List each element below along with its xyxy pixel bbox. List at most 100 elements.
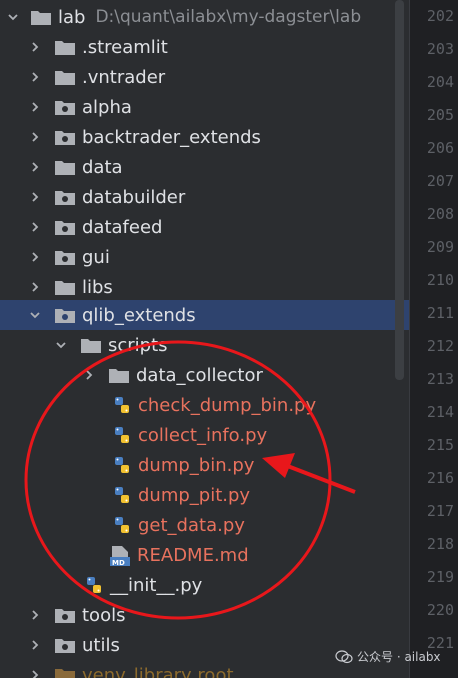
tree-item-label: .vntrader [82,66,166,88]
tree-row-dump-pit[interactable]: dump_pit.py [0,480,409,510]
tree-item-label: utils [82,634,120,656]
python-file-icon [115,457,129,473]
chevron-down-icon[interactable] [6,2,20,32]
folder-icon [55,71,75,85]
tree-item-label: dump_bin.py [138,454,255,476]
tree-row-get-data[interactable]: get_data.py [0,510,409,540]
scrollbar[interactable] [395,0,404,380]
tree-row-backtrader-extends[interactable]: backtrader_extends [0,122,409,152]
tree-item-label: data [82,156,123,178]
tree-item-label: get_data.py [138,514,245,536]
line-number: 212 [426,337,454,355]
line-number: 217 [426,502,454,520]
tree-row-data[interactable]: data [0,152,409,182]
folder-icon [55,41,75,55]
folder-icon [55,161,75,175]
folder-icon [55,669,75,678]
line-number: 202 [426,7,454,25]
chevron-right-icon[interactable] [28,182,42,212]
svg-text:MD: MD [112,559,125,566]
chevron-right-icon[interactable] [28,660,42,678]
line-number: 208 [426,205,454,223]
line-number: 211 [426,304,454,322]
line-number: 206 [426,139,454,157]
python-file-icon [115,397,129,413]
watermark-text: 公众号 · ailabx [357,650,441,664]
package-folder-icon [55,609,75,623]
python-file-icon [115,517,129,533]
tree-row-qlib-extends[interactable]: qlib_extends [0,300,409,330]
folder-icon [109,369,129,383]
line-number: 205 [426,106,454,124]
chevron-right-icon[interactable] [28,122,42,152]
markdown-file-icon: MD [110,546,130,566]
tree-row-vntrader[interactable]: .vntrader [0,62,409,92]
chevron-right-icon[interactable] [82,360,96,390]
line-number: 210 [426,271,454,289]
tree-row-dump-bin[interactable]: dump_bin.py [0,450,409,480]
tree-row-readme[interactable]: MD README.md [0,540,409,570]
tree-row-gui[interactable]: gui [0,242,409,272]
chevron-right-icon[interactable] [28,62,42,92]
package-folder-icon [55,131,75,145]
line-number-gutter: 202 203 204 205 206 207 208 209 210 211 … [409,0,458,678]
tree-row-data-collector[interactable]: data_collector [0,360,409,390]
chevron-down-icon[interactable] [28,300,42,330]
folder-icon [55,281,75,295]
chevron-down-icon[interactable] [54,330,68,360]
package-folder-icon [55,251,75,265]
tree-item-label: backtrader_extends [82,126,261,148]
python-file-icon [115,427,129,443]
tree-row-init[interactable]: __init__.py [0,570,409,600]
tree-item-label: qlib_extends [82,304,196,326]
python-file-icon [115,487,129,503]
chevron-right-icon[interactable] [28,272,42,302]
package-folder-icon [55,101,75,115]
tree-row-scripts[interactable]: scripts [0,330,409,360]
line-number: 213 [426,370,454,388]
tree-row-streamlit[interactable]: .streamlit [0,32,409,62]
tree-item-label: dump_pit.py [138,484,251,506]
watermark: 公众号 · ailabx [335,648,441,665]
library-root-tag: library root [133,664,234,678]
chevron-right-icon[interactable] [28,152,42,182]
tree-row-databuilder[interactable]: databuilder [0,182,409,212]
tree-item-label: __init__.py [110,574,203,596]
chevron-right-icon[interactable] [28,92,42,122]
tree-item-label: tools [82,604,126,626]
package-folder-icon [55,639,75,653]
chevron-right-icon[interactable] [28,212,42,242]
folder-icon [31,11,51,25]
tree-row-alpha[interactable]: alpha [0,92,409,122]
line-number: 219 [426,568,454,586]
line-number: 216 [426,469,454,487]
folder-icon [81,339,101,353]
python-file-icon [87,577,101,593]
line-number: 214 [426,403,454,421]
line-number: 203 [426,40,454,58]
tree-item-label: scripts [108,334,168,356]
tree-item-label: gui [82,246,110,268]
chevron-right-icon[interactable] [28,32,42,62]
tree-item-label: datafeed [82,216,163,238]
chevron-right-icon[interactable] [28,242,42,272]
line-number: 207 [426,172,454,190]
line-number: 209 [426,238,454,256]
project-path: D:\quant\ailabx\my-dagster\lab [95,7,362,27]
line-number: 218 [426,535,454,553]
line-number: 204 [426,73,454,91]
tree-item-label: libs [82,276,113,298]
package-folder-icon [55,191,75,205]
chevron-right-icon[interactable] [28,630,42,660]
tree-row-datafeed[interactable]: datafeed [0,212,409,242]
tree-item-label: check_dump_bin.py [138,394,317,416]
chevron-right-icon[interactable] [28,600,42,630]
tree-row-lab[interactable]: lab D:\quant\ailabx\my-dagster\lab [0,2,409,32]
tree-row-check-dump-bin[interactable]: check_dump_bin.py [0,390,409,420]
project-tree-panel: lab D:\quant\ailabx\my-dagster\lab .stre… [0,0,409,678]
tree-item-label: databuilder [82,186,186,208]
tree-row-tools[interactable]: tools [0,600,409,630]
tree-row-libs[interactable]: libs [0,272,409,302]
tree-row-collect-info[interactable]: collect_info.py [0,420,409,450]
package-folder-icon [55,221,75,235]
